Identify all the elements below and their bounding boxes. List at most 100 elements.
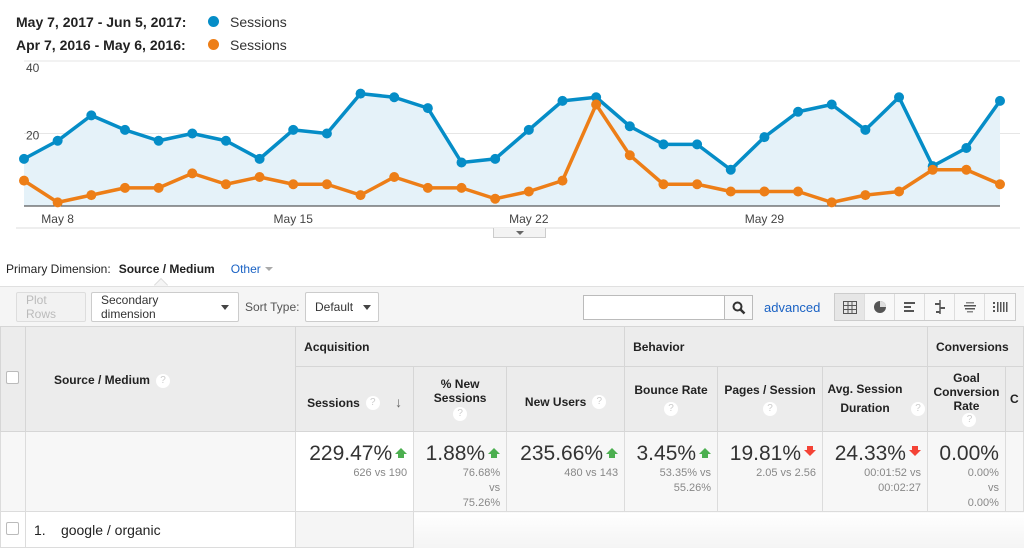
series-area bbox=[24, 93, 1000, 206]
primary-dimension-other[interactable]: Other bbox=[231, 262, 261, 276]
total-comparison: 0.00% vs 0.00% bbox=[967, 467, 999, 509]
primary-dimension-source-medium[interactable]: Source / Medium bbox=[119, 262, 215, 276]
data-point bbox=[961, 143, 972, 153]
total-value: 235.66% bbox=[520, 442, 604, 465]
column-header-new-users[interactable]: New Users? bbox=[506, 366, 626, 432]
pivot-view-button[interactable] bbox=[985, 294, 1015, 320]
data-point bbox=[355, 88, 366, 99]
row-checkbox-cell bbox=[0, 511, 26, 548]
data-point bbox=[961, 164, 972, 175]
data-point bbox=[759, 186, 770, 197]
column-label: Avg. Session Duration bbox=[827, 382, 903, 415]
grid-icon bbox=[842, 300, 857, 314]
column-header-bounce-rate[interactable]: Bounce Rate? bbox=[624, 366, 719, 432]
data-point bbox=[658, 179, 669, 190]
help-icon[interactable]: ? bbox=[763, 401, 778, 416]
total-value: 19.81% bbox=[729, 442, 802, 465]
data-point bbox=[860, 124, 871, 135]
data-point bbox=[422, 103, 433, 114]
totals-label-cell bbox=[24, 431, 297, 512]
caret-down-icon bbox=[363, 304, 372, 310]
data-point bbox=[692, 179, 703, 190]
table-search-input[interactable] bbox=[583, 295, 725, 320]
dimension-header-label: Source / Medium bbox=[53, 373, 150, 387]
sort-descending-icon[interactable]: ↓ bbox=[395, 394, 402, 410]
totals-row: 229.47% 626 vs 190 1.88% 76.68% vs 75.26… bbox=[0, 431, 1024, 512]
legend-dot-icon bbox=[208, 16, 219, 27]
help-icon[interactable]: ? bbox=[664, 401, 679, 416]
comparison-icon bbox=[934, 300, 945, 314]
data-point bbox=[389, 92, 400, 103]
data-point bbox=[389, 172, 400, 182]
data-point bbox=[321, 128, 332, 139]
primary-dimension-label: Primary Dimension: bbox=[6, 262, 111, 276]
row-source-link[interactable]: google / organic bbox=[61, 522, 161, 538]
column-label: Pages / Session bbox=[724, 383, 816, 397]
data-point bbox=[860, 190, 871, 201]
data-point bbox=[624, 121, 635, 132]
total-comparison: 76.68% vs 75.26% bbox=[462, 467, 501, 509]
select-all-checkbox[interactable] bbox=[6, 371, 20, 384]
row-index: 1. bbox=[33, 521, 46, 538]
total-comparison: 00:01:52 vs 00:02:27 bbox=[864, 467, 921, 494]
search-button[interactable] bbox=[724, 295, 753, 320]
dimension-header[interactable]: Source / Medium? bbox=[24, 326, 297, 432]
secondary-dimension-dropdown[interactable]: Secondary dimension bbox=[91, 292, 239, 322]
legend-metric: Sessions bbox=[230, 36, 287, 53]
column-header-sessions[interactable]: Sessions? ↓ bbox=[295, 366, 415, 432]
column-label: Bounce Rate bbox=[634, 383, 708, 397]
column-header-pages-per-session[interactable]: Pages / Session? bbox=[717, 366, 824, 432]
column-label: C bbox=[1009, 392, 1019, 406]
trend-up-icon bbox=[395, 448, 408, 458]
performance-view-button[interactable] bbox=[895, 294, 925, 320]
comparison-view-button[interactable] bbox=[925, 294, 955, 320]
total-comparison: 53.35% vs 55.26% bbox=[659, 467, 712, 494]
data-point bbox=[490, 193, 501, 204]
data-point bbox=[557, 175, 568, 186]
pie-view-button[interactable] bbox=[865, 294, 895, 320]
help-icon[interactable]: ? bbox=[453, 407, 468, 421]
term-cloud-view-button[interactable] bbox=[955, 294, 985, 320]
row-checkbox[interactable] bbox=[6, 521, 20, 535]
column-header-goal-conversion-rate[interactable]: Goal Conversion Rate? bbox=[926, 366, 1006, 432]
column-header-new-sessions[interactable]: % New Sessions? bbox=[413, 366, 508, 432]
sort-type-label: Sort Type: bbox=[245, 300, 300, 314]
sort-type-value: Default bbox=[315, 300, 354, 314]
help-icon[interactable]: ? bbox=[911, 401, 925, 416]
data-point bbox=[557, 95, 568, 106]
data-point bbox=[187, 128, 198, 139]
data-point bbox=[220, 179, 231, 190]
help-icon[interactable]: ? bbox=[155, 373, 170, 388]
table-view-button[interactable] bbox=[835, 294, 865, 320]
help-icon[interactable]: ? bbox=[592, 395, 607, 410]
data-point bbox=[523, 124, 534, 135]
trend-up-icon bbox=[488, 448, 501, 458]
total-comparison: 480 vs 143 bbox=[564, 467, 619, 479]
data-point bbox=[187, 168, 198, 179]
data-point bbox=[523, 186, 534, 197]
data-point bbox=[490, 153, 501, 164]
sessions-line-chart: 20 40 May 8 May 15 May 22 May 29 bbox=[16, 60, 1020, 229]
data-point bbox=[658, 139, 669, 150]
caret-down-icon[interactable] bbox=[264, 267, 273, 271]
column-label: % New Sessions bbox=[433, 377, 487, 405]
advanced-filter-link[interactable]: advanced bbox=[764, 300, 820, 315]
data-point bbox=[927, 164, 938, 175]
table-row[interactable]: 1. google / organic bbox=[0, 511, 1024, 548]
bar-list-icon bbox=[903, 302, 915, 312]
x-tick-label: May 15 bbox=[274, 212, 314, 226]
column-header-avg-session-duration[interactable]: Avg. Session Duration? bbox=[822, 366, 928, 432]
column-header-truncated[interactable]: C bbox=[1004, 366, 1024, 432]
help-icon[interactable]: ? bbox=[962, 413, 977, 428]
sort-type-dropdown[interactable]: Default bbox=[305, 292, 379, 322]
data-point bbox=[624, 150, 635, 161]
plot-rows-button[interactable]: Plot Rows bbox=[16, 292, 86, 322]
chart-collapse-handle[interactable] bbox=[493, 228, 546, 238]
total-value: 1.88% bbox=[425, 442, 486, 465]
help-icon[interactable]: ? bbox=[365, 396, 380, 411]
data-point bbox=[220, 135, 231, 146]
data-point bbox=[19, 153, 29, 164]
data-point bbox=[52, 197, 63, 208]
data-point bbox=[995, 179, 1005, 190]
data-point bbox=[793, 186, 804, 197]
